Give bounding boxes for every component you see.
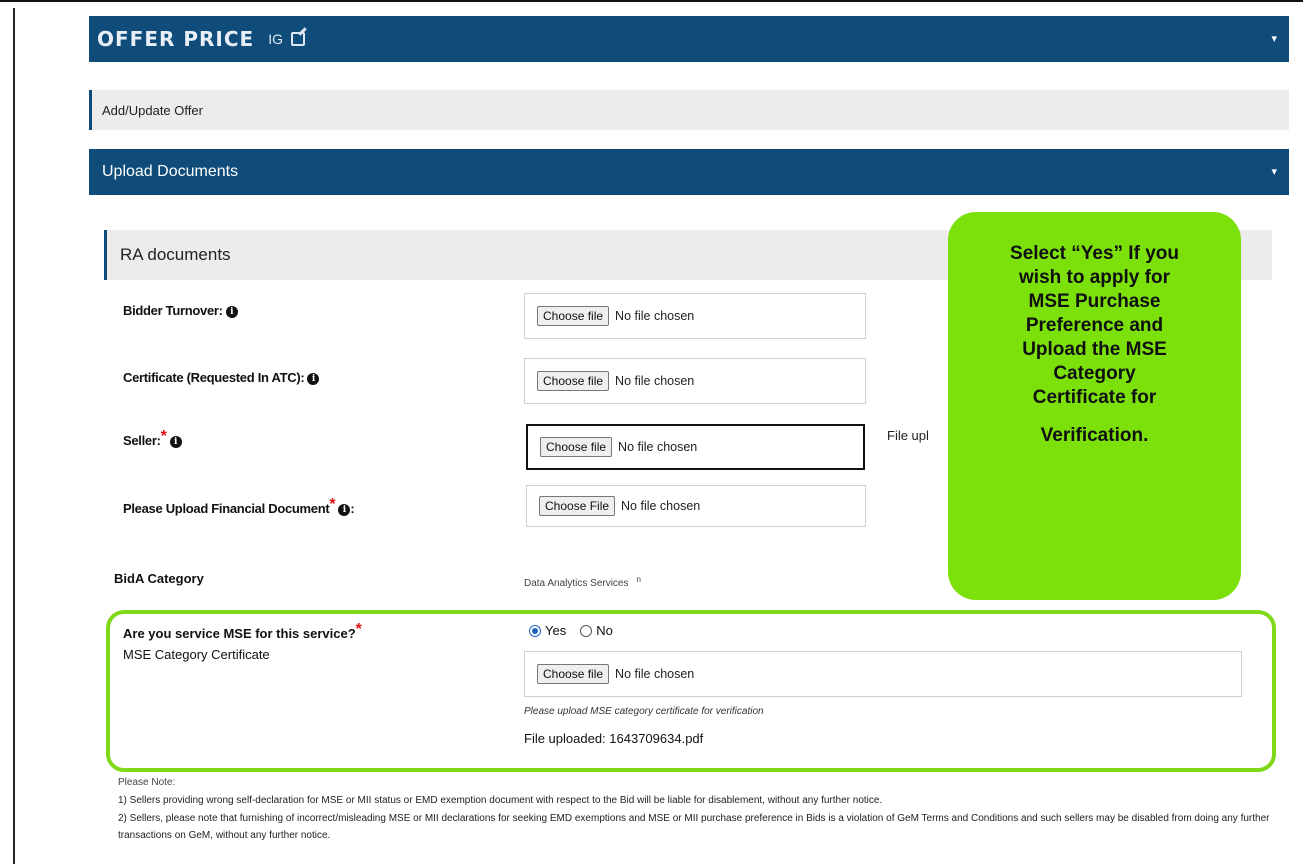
note-item: 2) Sellers, please note that furnishing … bbox=[118, 813, 1270, 841]
bid-category-value: Data Analytics Services n bbox=[524, 575, 641, 589]
file-status: No file chosen bbox=[615, 309, 695, 323]
certificate-atc-file-input[interactable]: Choose file No file chosen bbox=[524, 358, 866, 404]
choose-file-button[interactable]: Choose file bbox=[540, 437, 613, 457]
required-asterisk: * bbox=[355, 621, 362, 638]
file-status: No file chosen bbox=[615, 374, 695, 388]
required-asterisk: * bbox=[160, 428, 167, 445]
info-icon[interactable]: i bbox=[169, 436, 182, 448]
callout-line: wish to apply for bbox=[1019, 267, 1170, 288]
financial-document-label: Please Upload Financial Document* i: bbox=[123, 496, 355, 516]
bid-category-label: BidA Category bbox=[114, 571, 204, 586]
upload-documents-bar[interactable]: Upload Documents ▾ bbox=[89, 149, 1289, 195]
bidder-turnover-file-input[interactable]: Choose file No file chosen bbox=[524, 293, 866, 339]
info-icon[interactable]: i bbox=[338, 504, 351, 516]
notes-title: Please Note: bbox=[118, 777, 176, 788]
offer-price-bar[interactable]: OFFER PRICE IG ▾ bbox=[89, 16, 1289, 62]
callout-line: Preference and bbox=[1025, 315, 1164, 336]
chevron-down-icon[interactable]: ▾ bbox=[1271, 165, 1277, 178]
mse-radio-group: Yes No bbox=[529, 623, 613, 638]
mse-file-uploaded-text: File uploaded: 1643709634.pdf bbox=[524, 731, 704, 746]
choose-file-button[interactable]: Choose File bbox=[539, 496, 616, 516]
file-status: No file chosen bbox=[621, 499, 701, 513]
note-item: 1) Sellers providing wrong self-declarat… bbox=[118, 795, 883, 806]
mse-no-label[interactable]: No bbox=[596, 623, 613, 638]
mse-certificate-hint: Please upload MSE category certificate f… bbox=[524, 706, 764, 717]
info-icon[interactable]: i bbox=[225, 306, 238, 318]
seller-file-uploaded-text: File upl bbox=[887, 428, 929, 443]
ra-documents-title: RA documents bbox=[120, 245, 231, 264]
mse-certificate-file-input[interactable]: Choose file No file chosen bbox=[524, 651, 1242, 697]
mse-no-radio[interactable] bbox=[580, 624, 593, 637]
certificate-atc-label: Certificate (Requested In ATC): i bbox=[123, 370, 320, 385]
upload-documents-title: Upload Documents bbox=[102, 163, 239, 180]
mse-yes-radio[interactable] bbox=[529, 624, 541, 637]
offer-price-suffix: IG bbox=[268, 31, 283, 47]
file-status: No file chosen bbox=[618, 440, 698, 454]
choose-file-button[interactable]: Choose file bbox=[537, 664, 610, 684]
required-asterisk: * bbox=[329, 496, 336, 513]
add-update-offer-label: Add/Update Offer bbox=[102, 102, 203, 118]
add-update-offer-section[interactable]: Add/Update Offer bbox=[89, 90, 1289, 130]
bidder-turnover-label: Bidder Turnover: i bbox=[123, 303, 238, 318]
callout-line: Upload the MSE bbox=[1022, 339, 1167, 360]
info-icon[interactable]: i bbox=[307, 373, 320, 385]
mse-certificate-label: MSE Category Certificate bbox=[123, 647, 270, 662]
top-border bbox=[0, 0, 1303, 6]
mse-yes-label[interactable]: Yes bbox=[545, 623, 566, 638]
choose-file-button[interactable]: Choose file bbox=[537, 306, 610, 326]
seller-label: Seller:* i bbox=[123, 428, 182, 448]
bid-category-mark: n bbox=[636, 575, 641, 584]
financial-document-file-input[interactable]: Choose File No file chosen bbox=[526, 485, 866, 527]
seller-file-input[interactable]: Choose file No file chosen bbox=[526, 424, 865, 470]
mse-question-label: Are you service MSE for this service?* bbox=[123, 621, 362, 641]
choose-file-button[interactable]: Choose file bbox=[537, 371, 610, 391]
offer-price-title: OFFER PRICE bbox=[97, 27, 255, 51]
callout-line: Certificate for bbox=[1032, 387, 1157, 408]
callout-line: MSE Purchase bbox=[1028, 291, 1161, 312]
instruction-callout: Select “Yes” If you wish to apply for MS… bbox=[948, 212, 1241, 600]
callout-line: Category bbox=[1053, 363, 1136, 384]
callout-line: Verification. bbox=[1040, 425, 1149, 446]
file-status: No file chosen bbox=[615, 667, 695, 681]
left-border bbox=[13, 8, 15, 864]
chevron-down-icon[interactable]: ▾ bbox=[1271, 32, 1277, 45]
edit-icon[interactable] bbox=[290, 32, 305, 46]
callout-line: Select “Yes” If you bbox=[1010, 243, 1179, 264]
